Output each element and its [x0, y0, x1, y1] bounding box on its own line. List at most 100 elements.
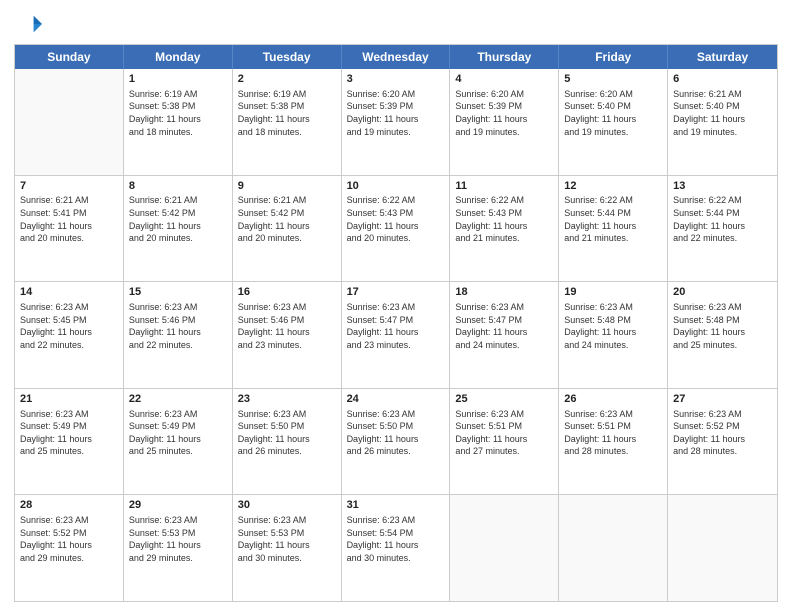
calendar-cell-1: 1Sunrise: 6:19 AM Sunset: 5:38 PM Daylig…: [124, 69, 233, 175]
calendar-cell-9: 9Sunrise: 6:21 AM Sunset: 5:42 PM Daylig…: [233, 176, 342, 282]
cell-info: Sunrise: 6:22 AM Sunset: 5:43 PM Dayligh…: [347, 194, 445, 244]
day-number: 2: [238, 72, 336, 87]
calendar-row-5: 28Sunrise: 6:23 AM Sunset: 5:52 PM Dayli…: [15, 494, 777, 601]
calendar-cell-29: 29Sunrise: 6:23 AM Sunset: 5:53 PM Dayli…: [124, 495, 233, 601]
cell-info: Sunrise: 6:23 AM Sunset: 5:52 PM Dayligh…: [673, 408, 772, 458]
day-number: 22: [129, 392, 227, 407]
header-day-monday: Monday: [124, 45, 233, 69]
cell-info: Sunrise: 6:23 AM Sunset: 5:50 PM Dayligh…: [238, 408, 336, 458]
calendar-cell-31: 31Sunrise: 6:23 AM Sunset: 5:54 PM Dayli…: [342, 495, 451, 601]
cell-info: Sunrise: 6:21 AM Sunset: 5:40 PM Dayligh…: [673, 88, 772, 138]
calendar-cell-16: 16Sunrise: 6:23 AM Sunset: 5:46 PM Dayli…: [233, 282, 342, 388]
day-number: 11: [455, 179, 553, 194]
cell-info: Sunrise: 6:23 AM Sunset: 5:51 PM Dayligh…: [455, 408, 553, 458]
day-number: 16: [238, 285, 336, 300]
calendar-row-1: 1Sunrise: 6:19 AM Sunset: 5:38 PM Daylig…: [15, 69, 777, 175]
calendar-cell-8: 8Sunrise: 6:21 AM Sunset: 5:42 PM Daylig…: [124, 176, 233, 282]
day-number: 14: [20, 285, 118, 300]
calendar-row-4: 21Sunrise: 6:23 AM Sunset: 5:49 PM Dayli…: [15, 388, 777, 495]
day-number: 29: [129, 498, 227, 513]
day-number: 31: [347, 498, 445, 513]
day-number: 15: [129, 285, 227, 300]
calendar-cell-18: 18Sunrise: 6:23 AM Sunset: 5:47 PM Dayli…: [450, 282, 559, 388]
calendar-cell-19: 19Sunrise: 6:23 AM Sunset: 5:48 PM Dayli…: [559, 282, 668, 388]
day-number: 6: [673, 72, 772, 87]
calendar-cell-5: 5Sunrise: 6:20 AM Sunset: 5:40 PM Daylig…: [559, 69, 668, 175]
day-number: 27: [673, 392, 772, 407]
day-number: 26: [564, 392, 662, 407]
day-number: 12: [564, 179, 662, 194]
day-number: 4: [455, 72, 553, 87]
calendar-cell-15: 15Sunrise: 6:23 AM Sunset: 5:46 PM Dayli…: [124, 282, 233, 388]
calendar-cell-10: 10Sunrise: 6:22 AM Sunset: 5:43 PM Dayli…: [342, 176, 451, 282]
day-number: 3: [347, 72, 445, 87]
calendar-cell-empty: [668, 495, 777, 601]
cell-info: Sunrise: 6:23 AM Sunset: 5:47 PM Dayligh…: [455, 301, 553, 351]
cell-info: Sunrise: 6:23 AM Sunset: 5:48 PM Dayligh…: [564, 301, 662, 351]
cell-info: Sunrise: 6:19 AM Sunset: 5:38 PM Dayligh…: [238, 88, 336, 138]
header: [14, 10, 778, 38]
day-number: 13: [673, 179, 772, 194]
header-day-tuesday: Tuesday: [233, 45, 342, 69]
calendar-cell-14: 14Sunrise: 6:23 AM Sunset: 5:45 PM Dayli…: [15, 282, 124, 388]
calendar-cell-26: 26Sunrise: 6:23 AM Sunset: 5:51 PM Dayli…: [559, 389, 668, 495]
day-number: 24: [347, 392, 445, 407]
calendar-cell-28: 28Sunrise: 6:23 AM Sunset: 5:52 PM Dayli…: [15, 495, 124, 601]
cell-info: Sunrise: 6:23 AM Sunset: 5:53 PM Dayligh…: [129, 514, 227, 564]
cell-info: Sunrise: 6:23 AM Sunset: 5:45 PM Dayligh…: [20, 301, 118, 351]
calendar-body: 1Sunrise: 6:19 AM Sunset: 5:38 PM Daylig…: [15, 69, 777, 601]
calendar-cell-3: 3Sunrise: 6:20 AM Sunset: 5:39 PM Daylig…: [342, 69, 451, 175]
calendar-cell-13: 13Sunrise: 6:22 AM Sunset: 5:44 PM Dayli…: [668, 176, 777, 282]
logo-icon: [14, 10, 42, 38]
calendar-cell-24: 24Sunrise: 6:23 AM Sunset: 5:50 PM Dayli…: [342, 389, 451, 495]
cell-info: Sunrise: 6:20 AM Sunset: 5:39 PM Dayligh…: [347, 88, 445, 138]
calendar-cell-4: 4Sunrise: 6:20 AM Sunset: 5:39 PM Daylig…: [450, 69, 559, 175]
cell-info: Sunrise: 6:19 AM Sunset: 5:38 PM Dayligh…: [129, 88, 227, 138]
cell-info: Sunrise: 6:23 AM Sunset: 5:53 PM Dayligh…: [238, 514, 336, 564]
calendar-cell-20: 20Sunrise: 6:23 AM Sunset: 5:48 PM Dayli…: [668, 282, 777, 388]
calendar-cell-23: 23Sunrise: 6:23 AM Sunset: 5:50 PM Dayli…: [233, 389, 342, 495]
cell-info: Sunrise: 6:22 AM Sunset: 5:44 PM Dayligh…: [673, 194, 772, 244]
cell-info: Sunrise: 6:23 AM Sunset: 5:48 PM Dayligh…: [673, 301, 772, 351]
header-day-saturday: Saturday: [668, 45, 777, 69]
day-number: 10: [347, 179, 445, 194]
cell-info: Sunrise: 6:21 AM Sunset: 5:42 PM Dayligh…: [129, 194, 227, 244]
cell-info: Sunrise: 6:23 AM Sunset: 5:54 PM Dayligh…: [347, 514, 445, 564]
cell-info: Sunrise: 6:23 AM Sunset: 5:46 PM Dayligh…: [238, 301, 336, 351]
day-number: 21: [20, 392, 118, 407]
calendar-row-3: 14Sunrise: 6:23 AM Sunset: 5:45 PM Dayli…: [15, 281, 777, 388]
cell-info: Sunrise: 6:22 AM Sunset: 5:44 PM Dayligh…: [564, 194, 662, 244]
cell-info: Sunrise: 6:20 AM Sunset: 5:39 PM Dayligh…: [455, 88, 553, 138]
calendar-cell-27: 27Sunrise: 6:23 AM Sunset: 5:52 PM Dayli…: [668, 389, 777, 495]
calendar-cell-17: 17Sunrise: 6:23 AM Sunset: 5:47 PM Dayli…: [342, 282, 451, 388]
cell-info: Sunrise: 6:23 AM Sunset: 5:47 PM Dayligh…: [347, 301, 445, 351]
cell-info: Sunrise: 6:23 AM Sunset: 5:51 PM Dayligh…: [564, 408, 662, 458]
calendar-cell-7: 7Sunrise: 6:21 AM Sunset: 5:41 PM Daylig…: [15, 176, 124, 282]
day-number: 20: [673, 285, 772, 300]
calendar-cell-22: 22Sunrise: 6:23 AM Sunset: 5:49 PM Dayli…: [124, 389, 233, 495]
cell-info: Sunrise: 6:23 AM Sunset: 5:49 PM Dayligh…: [20, 408, 118, 458]
header-day-friday: Friday: [559, 45, 668, 69]
cell-info: Sunrise: 6:23 AM Sunset: 5:49 PM Dayligh…: [129, 408, 227, 458]
calendar-cell-2: 2Sunrise: 6:19 AM Sunset: 5:38 PM Daylig…: [233, 69, 342, 175]
calendar-cell-empty: [450, 495, 559, 601]
day-number: 9: [238, 179, 336, 194]
day-number: 23: [238, 392, 336, 407]
calendar-row-2: 7Sunrise: 6:21 AM Sunset: 5:41 PM Daylig…: [15, 175, 777, 282]
calendar-header: SundayMondayTuesdayWednesdayThursdayFrid…: [15, 45, 777, 69]
cell-info: Sunrise: 6:21 AM Sunset: 5:42 PM Dayligh…: [238, 194, 336, 244]
day-number: 30: [238, 498, 336, 513]
logo: [14, 10, 46, 38]
cell-info: Sunrise: 6:21 AM Sunset: 5:41 PM Dayligh…: [20, 194, 118, 244]
day-number: 1: [129, 72, 227, 87]
calendar-cell-11: 11Sunrise: 6:22 AM Sunset: 5:43 PM Dayli…: [450, 176, 559, 282]
day-number: 18: [455, 285, 553, 300]
day-number: 7: [20, 179, 118, 194]
header-day-thursday: Thursday: [450, 45, 559, 69]
cell-info: Sunrise: 6:22 AM Sunset: 5:43 PM Dayligh…: [455, 194, 553, 244]
calendar-cell-6: 6Sunrise: 6:21 AM Sunset: 5:40 PM Daylig…: [668, 69, 777, 175]
day-number: 19: [564, 285, 662, 300]
calendar: SundayMondayTuesdayWednesdayThursdayFrid…: [14, 44, 778, 602]
cell-info: Sunrise: 6:23 AM Sunset: 5:46 PM Dayligh…: [129, 301, 227, 351]
calendar-cell-empty: [15, 69, 124, 175]
